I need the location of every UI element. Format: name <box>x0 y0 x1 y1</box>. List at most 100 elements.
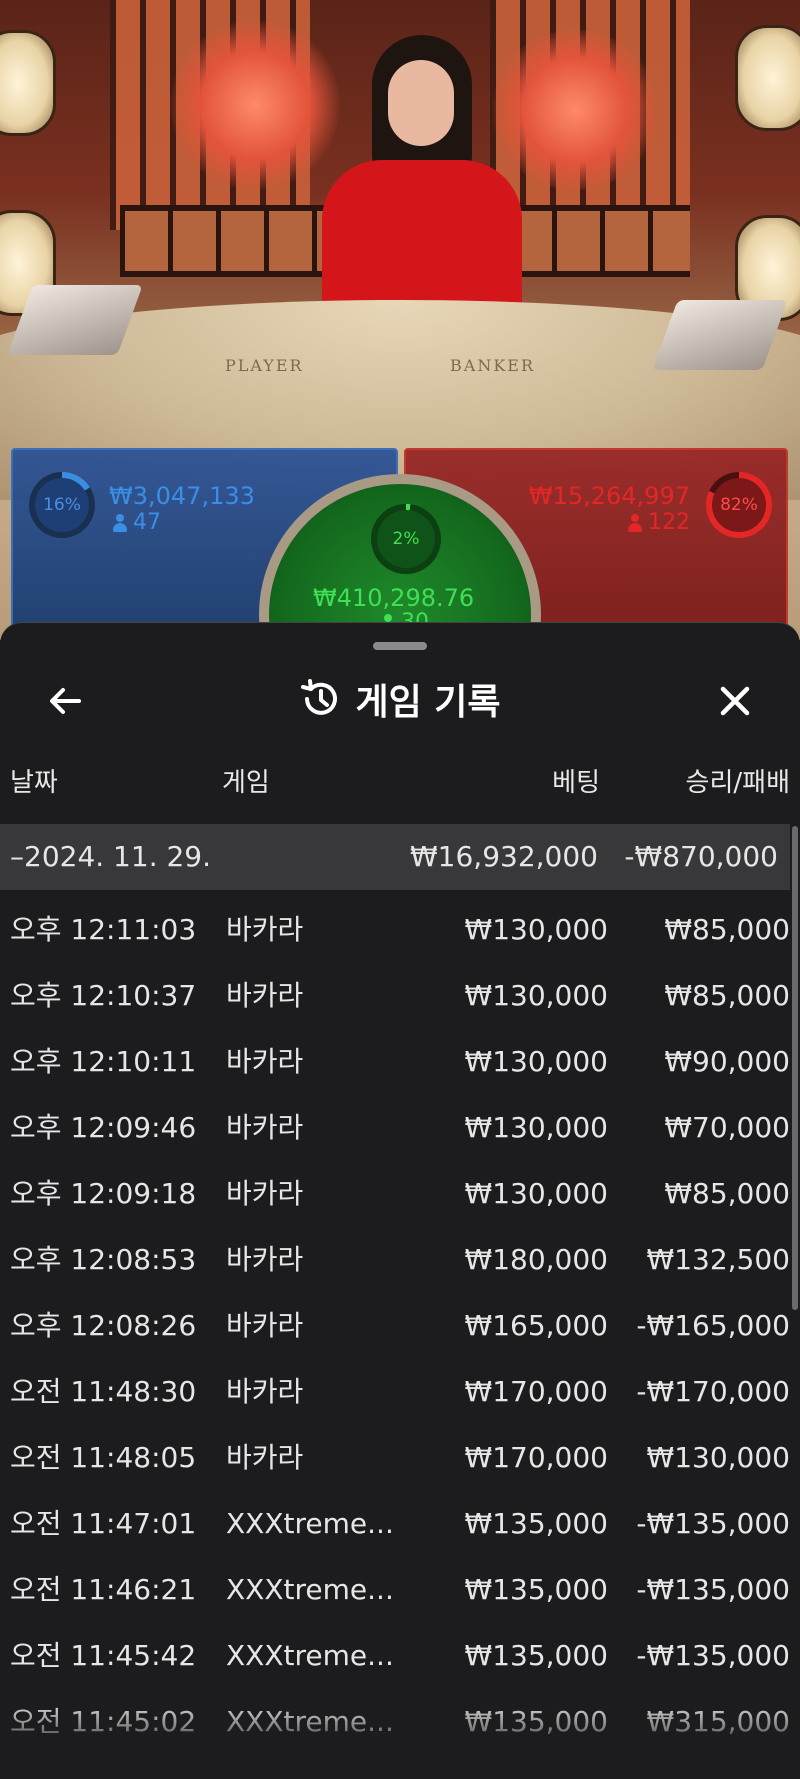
row-bet: ₩135,000 <box>464 1573 608 1606</box>
scrollbar[interactable] <box>792 826 798 1310</box>
row-time: 오후 12:10:11 <box>10 1045 197 1078</box>
row-winloss: ₩90,000 <box>664 1045 790 1078</box>
history-icon <box>301 679 338 715</box>
row-time: 오전 11:45:42 <box>10 1639 197 1672</box>
row-game: 바카라 <box>226 1243 304 1276</box>
history-row[interactable]: 오전 11:47:01 XXXtreme... ₩135,000 -₩135,000 <box>0 1491 800 1557</box>
row-game: XXXtreme... <box>226 1639 394 1672</box>
row-game: 바카라 <box>226 979 304 1012</box>
banker-bettor-count: 122 <box>628 510 690 535</box>
history-row[interactable]: 오전 11:48:05 바카라 ₩170,000 ₩130,000 <box>0 1425 800 1491</box>
row-time: 오후 12:11:03 <box>10 913 197 946</box>
row-time: 오후 12:09:18 <box>10 1177 197 1210</box>
row-winloss: ₩70,000 <box>664 1111 790 1144</box>
banker-percent-ring: 82% <box>706 472 772 538</box>
row-time: 오전 11:46:21 <box>10 1573 197 1606</box>
row-bet: ₩170,000 <box>464 1441 608 1474</box>
row-bet: ₩135,000 <box>464 1507 608 1540</box>
row-bet: ₩130,000 <box>464 1045 608 1078</box>
player-percent-ring: 16% <box>29 472 95 538</box>
row-bet: ₩170,000 <box>464 1375 608 1408</box>
row-winloss: -₩135,000 <box>636 1507 790 1540</box>
tie-percent-ring: 2% <box>371 504 441 574</box>
row-time: 오전 11:47:01 <box>10 1507 197 1540</box>
history-row[interactable]: 오후 12:10:37 바카라 ₩130,000 ₩85,000 <box>0 963 800 1029</box>
row-game: 바카라 <box>226 1375 304 1408</box>
player-bettor-count: 47 <box>113 510 161 535</box>
person-icon <box>628 513 642 532</box>
row-winloss: ₩130,000 <box>646 1441 790 1474</box>
player-percent: 16% <box>35 478 89 532</box>
row-winloss: -₩135,000 <box>636 1573 790 1606</box>
row-time: 오후 12:08:53 <box>10 1243 197 1276</box>
row-time: 오후 12:10:37 <box>10 979 197 1012</box>
sheet-drag-handle[interactable] <box>373 642 427 650</box>
banker-percent: 82% <box>712 478 766 532</box>
cherry-blossom-left <box>170 20 340 190</box>
date-group-label: –2024. 11. 29. <box>10 840 212 873</box>
row-winloss: -₩170,000 <box>636 1375 790 1408</box>
row-bet: ₩130,000 <box>464 913 608 946</box>
history-row[interactable]: 오전 11:45:02 XXXtreme... ₩135,000 ₩315,000 <box>0 1689 800 1755</box>
cherry-blossom-right <box>490 30 660 190</box>
collapse-toggle[interactable]: – <box>10 840 24 873</box>
row-winloss: ₩315,000 <box>646 1705 790 1738</box>
person-icon <box>113 513 127 532</box>
row-winloss: ₩85,000 <box>664 913 790 946</box>
column-header-date: 날짜 <box>10 768 58 798</box>
history-row[interactable]: 오전 11:46:21 XXXtreme... ₩135,000 -₩135,000 <box>0 1557 800 1623</box>
page-title: 게임 기록 <box>355 682 501 723</box>
history-row[interactable]: 오후 12:08:26 바카라 ₩165,000 -₩165,000 <box>0 1293 800 1359</box>
table-label-player: PLAYER <box>225 356 304 375</box>
row-game: 바카라 <box>226 1177 304 1210</box>
row-bet: ₩135,000 <box>464 1639 608 1672</box>
close-icon <box>720 686 750 716</box>
row-bet: ₩165,000 <box>464 1309 608 1342</box>
lantern-left-top <box>0 30 56 136</box>
history-row[interactable]: 오전 11:48:30 바카라 ₩170,000 -₩170,000 <box>0 1359 800 1425</box>
row-game: XXXtreme... <box>226 1573 394 1606</box>
history-row[interactable]: 오후 12:11:03 바카라 ₩130,000 ₩85,000 <box>0 897 800 963</box>
tie-percent: 2% <box>377 510 435 568</box>
row-bet: ₩130,000 <box>464 1177 608 1210</box>
row-game: 바카라 <box>226 913 304 946</box>
row-time: 오전 11:45:02 <box>10 1705 197 1738</box>
column-header-game: 게임 <box>222 768 270 798</box>
column-header-bet: 베팅 <box>552 768 600 798</box>
row-game: 바카라 <box>226 1111 304 1144</box>
date-group-total-bet: ₩16,932,000 <box>409 840 598 873</box>
row-game: 바카라 <box>226 1441 304 1474</box>
history-row[interactable]: 오후 12:09:46 바카라 ₩130,000 ₩70,000 <box>0 1095 800 1161</box>
date-group-total-winloss: -₩870,000 <box>624 840 778 873</box>
history-row[interactable]: 오후 12:08:53 바카라 ₩180,000 ₩132,500 <box>0 1227 800 1293</box>
lantern-right-top <box>735 25 800 131</box>
row-bet: ₩135,000 <box>464 1705 608 1738</box>
history-row[interactable]: 오후 12:09:18 바카라 ₩130,000 ₩85,000 <box>0 1161 800 1227</box>
column-header-winloss: 승리/패배 <box>685 768 790 798</box>
row-game: XXXtreme... <box>226 1507 394 1540</box>
history-row[interactable]: 오후 12:10:11 바카라 ₩130,000 ₩90,000 <box>0 1029 800 1095</box>
row-bet: ₩130,000 <box>464 979 608 1012</box>
row-time: 오전 11:48:05 <box>10 1441 197 1474</box>
close-button[interactable] <box>705 671 765 731</box>
date-group-row[interactable]: –2024. 11. 29. ₩16,932,000 -₩870,000 <box>0 824 790 890</box>
sheet-header: 게임 기록 <box>0 667 800 731</box>
row-time: 오후 12:09:46 <box>10 1111 197 1144</box>
row-game: 바카라 <box>226 1045 304 1078</box>
row-winloss: -₩165,000 <box>636 1309 790 1342</box>
row-winloss: ₩85,000 <box>664 979 790 1012</box>
tie-total-amount: ₩410,298.76 <box>313 584 475 612</box>
banker-total-amount: ₩15,264,997 <box>528 482 690 510</box>
row-bet: ₩130,000 <box>464 1111 608 1144</box>
row-game: 바카라 <box>226 1309 304 1342</box>
table-label-banker: BANKER <box>450 356 535 375</box>
row-game: XXXtreme... <box>226 1705 394 1738</box>
row-time: 오전 11:48:30 <box>10 1375 197 1408</box>
row-winloss: ₩132,500 <box>646 1243 790 1276</box>
row-time: 오후 12:08:26 <box>10 1309 197 1342</box>
row-bet: ₩180,000 <box>464 1243 608 1276</box>
player-total-amount: ₩3,047,133 <box>109 482 255 510</box>
row-winloss: ₩85,000 <box>664 1177 790 1210</box>
history-row[interactable]: 오전 11:45:42 XXXtreme... ₩135,000 -₩135,000 <box>0 1623 800 1689</box>
row-winloss: -₩135,000 <box>636 1639 790 1672</box>
